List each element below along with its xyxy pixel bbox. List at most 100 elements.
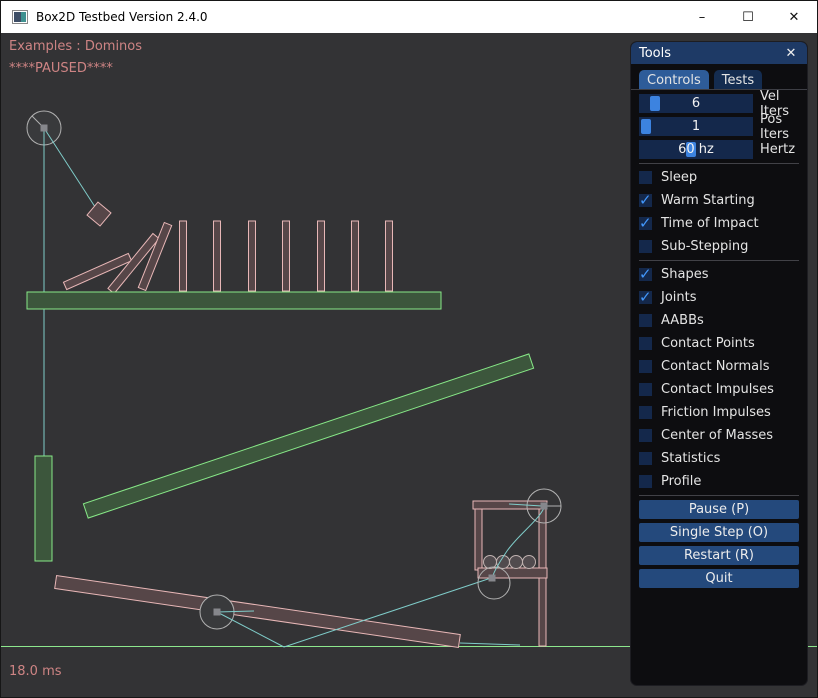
slider-track-vel-iters[interactable]: 6 [639,94,753,113]
joint-anchor [214,609,221,616]
tab-bar: Controls Tests [639,70,799,89]
domino-standing[interactable] [352,221,359,291]
checkbox-center-of-masses[interactable]: Center of Masses [639,426,799,445]
checkbox-time-of-impact[interactable]: ✓Time of Impact [639,214,799,233]
checkbox-box[interactable] [639,337,652,350]
checkbox-box[interactable] [639,314,652,327]
physics-canvas[interactable]: Examples : Dominos ****PAUSED**** 18.0 m… [1,33,818,698]
maximize-button[interactable]: ☐ [725,1,771,33]
slider-value: 1 [639,117,753,136]
joint-anchor [541,503,548,510]
checkbox-label: Friction Impulses [661,405,771,420]
tools-panel-title: Tools [639,46,783,61]
checkbox-friction-impulses[interactable]: Friction Impulses [639,403,799,422]
os-titlebar: Box2D Testbed Version 2.4.0 – ☐ ✕ [1,1,817,33]
checkbox-box[interactable] [639,240,652,253]
checkbox-box[interactable]: ✓ [639,217,652,230]
checkbox-label: Center of Masses [661,428,773,443]
pendulum-joint-line [44,128,99,213]
separator [639,495,799,496]
checkbox-label: Contact Points [661,336,755,351]
panel-close-icon[interactable]: ✕ [783,45,799,61]
application-window: Box2D Testbed Version 2.4.0 – ☐ ✕ [0,0,818,698]
close-button[interactable]: ✕ [771,1,817,33]
check-icon: ✓ [639,265,652,283]
tools-panel-titlebar[interactable]: Tools ✕ [631,42,807,64]
checkbox-label: AABBs [661,313,704,328]
checkbox-joints[interactable]: ✓Joints [639,288,799,307]
checkbox-label: Contact Impulses [661,382,774,397]
minimize-button[interactable]: – [679,1,725,33]
domino-standing[interactable] [214,221,221,291]
domino-standing[interactable] [249,221,256,291]
checkbox-label: Sleep [661,170,697,185]
checkbox-box[interactable] [639,406,652,419]
checkbox-box[interactable] [639,171,652,184]
frame-structure[interactable] [473,501,547,646]
checkbox-box[interactable]: ✓ [639,194,652,207]
checkbox-contact-points[interactable]: Contact Points [639,334,799,353]
slider-group: 6Vel Iters1Pos Iters60 hzHertz [639,94,799,159]
checkbox-box[interactable]: ✓ [639,291,652,304]
checkbox-box[interactable] [639,383,652,396]
button-restart-r[interactable]: Restart (R) [639,546,799,565]
slider-hertz: 60 hzHertz [639,140,799,159]
checkbox-group-1: ✓Shapes ✓Joints AABBs Contact Points Contact… [639,265,799,491]
button-single-step-o[interactable]: Single Step (O) [639,523,799,542]
slider-pos-iters: 1Pos Iters [639,117,799,136]
pendulum-box-body[interactable] [87,202,111,226]
slider-value: 6 [639,94,753,113]
slider-vel-iters: 6Vel Iters [639,94,799,113]
check-icon: ✓ [639,214,652,232]
checkbox-box[interactable] [639,452,652,465]
checkbox-group-0: Sleep ✓ Warm Starting ✓Time of Impact Sub-St… [639,168,799,256]
checkbox-sub-stepping[interactable]: Sub-Stepping [639,237,799,256]
ball[interactable] [510,556,523,569]
separator [639,163,799,164]
check-icon: ✓ [639,191,652,209]
ball[interactable] [523,556,536,569]
button-quit[interactable]: Quit [639,569,799,588]
checkbox-statistics[interactable]: Statistics [639,449,799,468]
checkbox-box[interactable] [639,429,652,442]
slider-track-hertz[interactable]: 60 hz [639,140,753,159]
cradle-balls[interactable] [484,556,536,569]
checkbox-contact-normals[interactable]: Contact Normals [639,357,799,376]
frame-shelf[interactable] [478,568,547,578]
checkbox-label: Warm Starting [661,193,755,208]
frame-top-bar[interactable] [473,501,547,509]
checkbox-warm-starting[interactable]: ✓ Warm Starting [639,191,799,210]
check-icon: ✓ [639,288,652,306]
joint-line-ground [460,643,520,645]
tab-controls[interactable]: Controls [639,70,709,89]
domino-standing[interactable] [386,221,393,291]
checkbox-label: Profile [661,474,701,489]
separator [639,260,799,261]
shelf-platform [27,292,441,309]
example-label: Examples : Dominos [9,39,142,54]
seesaw-plank-body[interactable] [55,576,461,648]
checkbox-label: Statistics [661,451,720,466]
checkbox-shapes[interactable]: ✓Shapes [639,265,799,284]
checkbox-box[interactable] [639,475,652,488]
frame-time-label: 18.0 ms [9,664,62,679]
frame-left-leg[interactable] [475,509,482,570]
domino-standing[interactable] [318,221,325,291]
slider-label: Pos Iters [760,112,799,142]
checkbox-box[interactable]: ✓ [639,268,652,281]
checkbox-box[interactable] [639,360,652,373]
button-pause-p[interactable]: Pause (P) [639,500,799,519]
dominos[interactable] [63,221,392,294]
checkbox-sleep[interactable]: Sleep [639,168,799,187]
long-ramp-platform [83,354,533,518]
domino-standing[interactable] [180,221,187,291]
checkbox-contact-impulses[interactable]: Contact Impulses [639,380,799,399]
vertical-green-block [35,456,52,561]
checkbox-profile[interactable]: Profile [639,472,799,491]
domino-standing[interactable] [283,221,290,291]
window-title: Box2D Testbed Version 2.4.0 [36,10,679,24]
tools-panel: Tools ✕ ControlsTests 6Vel Iters1Pos Ite… [630,41,808,686]
slider-track-pos-iters[interactable]: 1 [639,117,753,136]
checkbox-aabbs[interactable]: AABBs [639,311,799,330]
tab-tests[interactable]: Tests [714,70,762,89]
